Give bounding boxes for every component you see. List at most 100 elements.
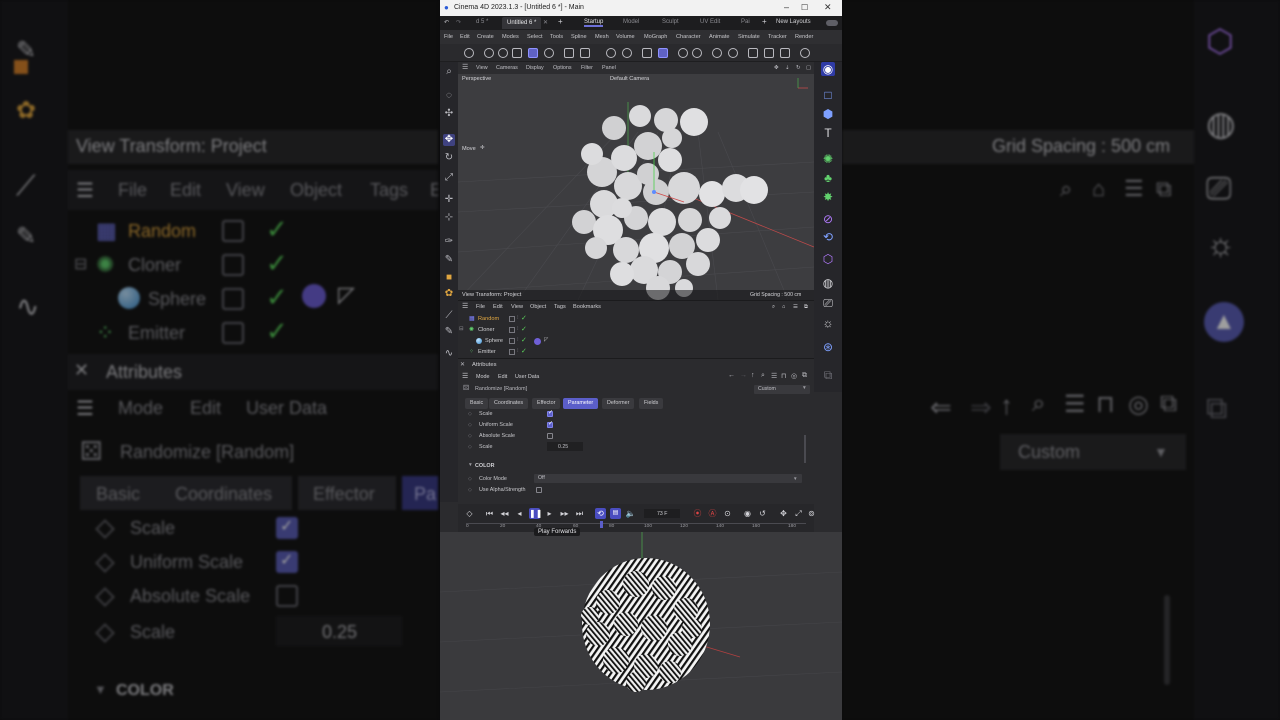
edit-icon[interactable]: ⧉ (821, 368, 835, 382)
new-window-icon[interactable]: ⧉ (802, 372, 807, 380)
tab-basic[interactable]: Basic (465, 398, 489, 409)
grid-snap-icon[interactable] (642, 48, 652, 58)
keyframe-icon[interactable]: ◇ (468, 487, 472, 493)
keyframe-icon[interactable]: ◇ (468, 444, 472, 450)
render-view-icon[interactable] (712, 48, 722, 58)
spline-tool-icon[interactable]: ∿ (443, 348, 455, 360)
viewport-rotate-icon[interactable]: ↻ (796, 65, 801, 71)
transform-tool-icon[interactable]: ✛ (443, 194, 455, 206)
viewport-perspective[interactable]: ☰ View Cameras Display Options Filter Pa… (458, 62, 814, 300)
viewport-pan-icon[interactable]: ✥ (774, 65, 779, 71)
clapper-icon[interactable] (748, 48, 758, 58)
sculpt-tool-icon[interactable]: ✿ (443, 288, 455, 300)
key-move-icon[interactable]: ✥ (778, 508, 789, 519)
fracture-icon[interactable]: ♣ (821, 171, 835, 185)
layer-check-box[interactable] (509, 327, 515, 333)
close-icon[interactable]: ✕ (460, 361, 465, 368)
enabled-check-icon[interactable]: ✓ (521, 347, 527, 355)
viewport-menu-options[interactable]: Options (553, 65, 572, 71)
visibility-dots-icon[interactable]: ⁞ (517, 348, 519, 354)
menu-render[interactable]: Render (795, 34, 813, 40)
pencil-tool-icon[interactable]: ✎ (443, 326, 455, 338)
color-mode-dropdown[interactable]: Off ▼ (534, 474, 802, 483)
playback-rate-icon[interactable]: ▤ (610, 508, 621, 519)
rotate-gizmo-icon[interactable]: ✣ (443, 108, 455, 120)
tab-close-icon[interactable]: ✕ (543, 19, 548, 26)
hamburger-icon[interactable]: ☰ (462, 63, 468, 71)
layer-check-box[interactable] (509, 349, 515, 355)
paint-tool-icon[interactable]: ■ (443, 272, 455, 284)
objmgr-menu-tags[interactable]: Tags (554, 304, 566, 310)
objmgr-menu-edit[interactable]: Edit (493, 304, 503, 310)
auto-key-icon[interactable]: Ⓐ (707, 508, 718, 519)
layer-check-box[interactable] (509, 338, 515, 344)
enabled-check-icon[interactable]: ✓ (521, 325, 527, 333)
menu-mograph[interactable]: MoGraph (644, 34, 667, 40)
attr-menu-edit[interactable]: Edit (498, 374, 507, 380)
layout-tab-model[interactable]: Model (623, 19, 639, 25)
collapse-icon[interactable]: ⊟ (459, 326, 464, 332)
layout-tab-paint[interactable]: Pai (741, 19, 750, 25)
object-row-cloner[interactable]: ⊟ ✺ Cloner ⁞ ✓ (458, 325, 814, 336)
home-icon[interactable]: ⌂ (782, 304, 785, 310)
minimize-icon[interactable]: – (784, 2, 789, 12)
filter-icon[interactable]: ☰ (793, 304, 798, 310)
keyframe-icon[interactable]: ◇ (468, 422, 472, 428)
tab-doc-prev[interactable]: d 5 * (476, 19, 488, 25)
tab-coordinates[interactable]: Coordinates (489, 398, 529, 409)
viewport-zoom-icon[interactable]: ⇣ (785, 65, 790, 71)
workplane-icon[interactable] (658, 48, 668, 58)
generator-icon[interactable]: ⬡ (821, 252, 835, 266)
viewport-camera[interactable]: Default Camera (610, 76, 649, 82)
loop-icon[interactable]: ⟲ (595, 508, 606, 519)
key-scale-icon[interactable]: ⤢ (793, 508, 804, 519)
menu-edit[interactable]: Edit (460, 34, 470, 40)
snap-icon[interactable] (580, 48, 590, 58)
object-name-sphere[interactable]: Sphere (485, 338, 503, 344)
cube-icon[interactable]: ⬢ (821, 107, 835, 121)
enabled-check-icon[interactable]: ✓ (521, 314, 527, 322)
preset-dropdown[interactable]: Custom ▼ (754, 385, 810, 394)
go-to-start-icon[interactable]: ⏮ (484, 508, 495, 519)
menu-mesh[interactable]: Mesh (595, 34, 609, 40)
align-tool-icon[interactable]: ⊹ (443, 212, 455, 224)
object-name-random[interactable]: Random (478, 316, 499, 322)
search-icon[interactable]: ⌕ (443, 66, 455, 78)
key-position-icon[interactable]: ◉ (742, 508, 753, 519)
symmetry-icon[interactable] (606, 48, 616, 58)
menu-animate[interactable]: Animate (709, 34, 730, 40)
scale-value-field[interactable]: 0.25 (547, 442, 583, 451)
forward-icon[interactable]: → (740, 372, 747, 379)
viewport-solo-icon[interactable] (692, 48, 702, 58)
target-icon[interactable]: ◎ (791, 372, 797, 380)
attr-menu-user-data[interactable]: User Data (515, 374, 539, 380)
phong-tag-icon[interactable]: ◸ (544, 337, 548, 343)
visibility-dots-icon[interactable]: ⁞ (517, 337, 519, 343)
viewport-menu-display[interactable]: Display (526, 65, 544, 71)
lock-axis-icon[interactable] (622, 48, 632, 58)
knife-tool-icon[interactable]: ✑ (443, 236, 455, 248)
object-palette-icon[interactable]: ◉ (821, 62, 835, 76)
previous-frame-icon[interactable]: ◂ (514, 508, 525, 519)
layout-tab-sculpt[interactable]: Sculpt (662, 19, 679, 25)
toggle-switch[interactable] (826, 20, 838, 26)
menu-create[interactable]: Create (477, 34, 494, 40)
hamburger-icon[interactable]: ☰ (462, 302, 468, 310)
menu-tools[interactable]: Tools (550, 34, 563, 40)
uniform-scale-checkbox[interactable] (547, 420, 553, 428)
gear-icon[interactable]: ✸ (821, 190, 835, 204)
object-row-emitter[interactable]: ⁘ Emitter ⁞ ✓ (458, 347, 814, 358)
scale-checkbox[interactable] (547, 409, 553, 417)
undo-icon[interactable]: ↶ (444, 19, 449, 26)
render-settings-icon[interactable] (780, 48, 790, 58)
cloner-icon[interactable]: ✺ (821, 152, 835, 166)
objmgr-menu-bookmarks[interactable]: Bookmarks (573, 304, 601, 310)
deformer-icon[interactable]: ⊘ (821, 212, 835, 226)
menu-spline[interactable]: Spline (571, 34, 587, 40)
keyframe-mode-icon[interactable]: ⊙ (722, 508, 733, 519)
object-mode-icon[interactable] (528, 48, 538, 58)
globe-icon[interactable]: ◍ (821, 276, 835, 290)
render-active-view-icon[interactable] (728, 48, 738, 58)
menu-simulate[interactable]: Simulate (738, 34, 760, 40)
material-tag-icon[interactable] (534, 338, 541, 345)
